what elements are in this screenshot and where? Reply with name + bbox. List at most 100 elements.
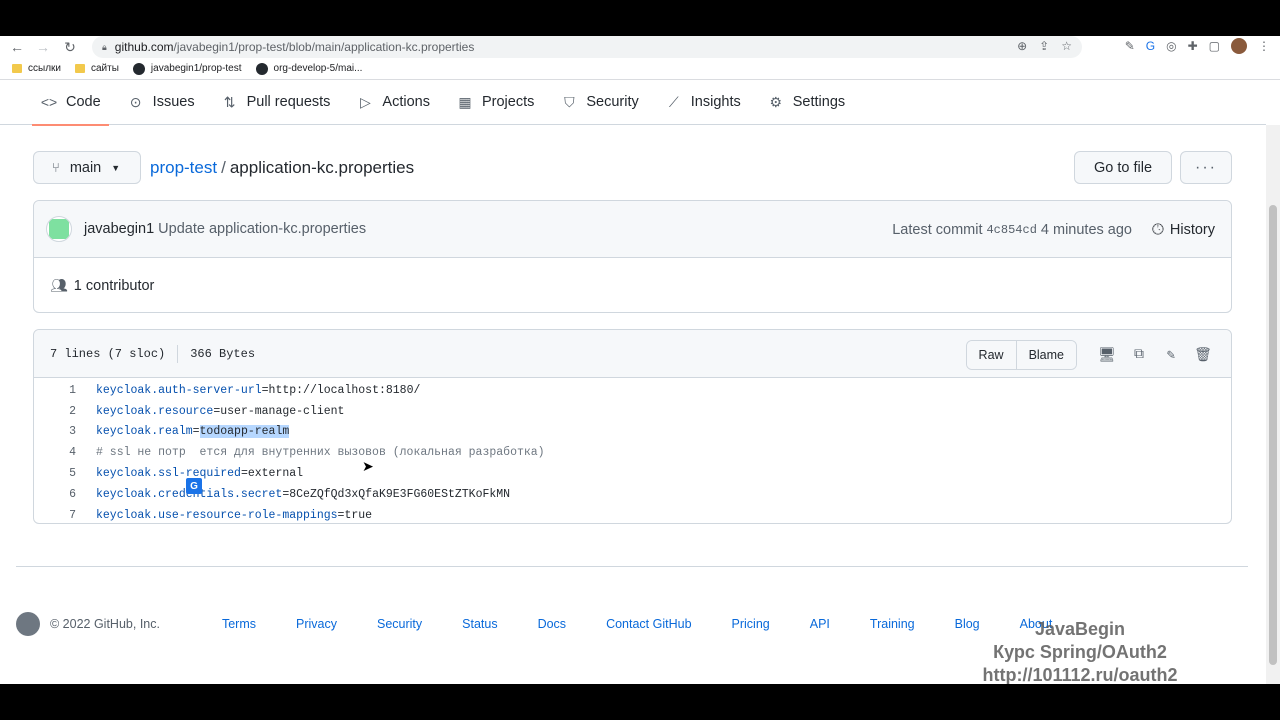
footer-link-terms[interactable]: Terms xyxy=(222,617,256,631)
shield-icon: ⛉ xyxy=(564,93,575,110)
back-arrow-icon[interactable]: ← xyxy=(4,36,30,58)
file-size: 366 Bytes xyxy=(190,346,256,361)
code-line: 3 keycloak.realm=todoapp-realm xyxy=(34,422,1231,443)
bookmark-links-folder[interactable]: ссылки xyxy=(12,63,61,74)
lock-icon: 🔒︎ xyxy=(102,41,107,52)
breadcrumb-repo-link[interactable]: prop-test xyxy=(150,158,217,177)
blame-button[interactable]: Blame xyxy=(1015,341,1076,369)
code-line: 7 keycloak.use-resource-role-mappings=tru… xyxy=(34,505,1231,526)
scrollbar[interactable] xyxy=(1266,125,1280,684)
puzzle-icon[interactable]: ✚ xyxy=(1188,39,1198,53)
address-bar-row: ← → ↻ 🔒︎ github.com/javabegin1/prop-test… xyxy=(0,36,1280,58)
branch-icon: ⑂ xyxy=(52,160,60,175)
tab-projects[interactable]: ▦ Projects xyxy=(448,80,542,125)
code-content[interactable]: 1 keycloak.auth-server-url=http://localho… xyxy=(34,378,1231,526)
line-number[interactable]: 7 xyxy=(34,509,76,522)
footer-link-status[interactable]: Status xyxy=(462,617,497,631)
breadcrumb-separator: / xyxy=(221,158,226,177)
sidebar-icon[interactable]: ▢ xyxy=(1209,39,1220,53)
tab-insights[interactable]: ⟋ Insights xyxy=(657,80,749,125)
url-host: github.com xyxy=(114,40,174,54)
file-viewer: 7 lines (7 sloc) 366 Bytes Raw Blame 🖥︎ … xyxy=(33,329,1232,524)
reload-icon[interactable]: ↻ xyxy=(57,36,83,58)
github-logo-icon[interactable] xyxy=(16,612,40,636)
repo-nav: <> Code ⊙ Issues ⇅ Pull requests ▷ Actio… xyxy=(0,80,1266,126)
code-comment: # ssl не потр ется для внутренних вызово… xyxy=(96,446,545,460)
line-number[interactable]: 1 xyxy=(34,384,76,397)
mouse-cursor-icon: ➤ xyxy=(362,458,374,474)
url-input[interactable]: 🔒︎ github.com/javabegin1/prop-test/blob/… xyxy=(92,36,1082,58)
branch-select-button[interactable]: ⑂ main ▼ xyxy=(33,151,141,184)
zoom-icon[interactable]: ⊕ xyxy=(1017,39,1027,53)
pencil-icon[interactable]: ✎ xyxy=(1155,347,1187,364)
raw-button[interactable]: Raw xyxy=(966,341,1016,369)
line-number[interactable]: 2 xyxy=(34,405,76,418)
tab-code[interactable]: <> Code xyxy=(32,80,109,126)
tab-settings[interactable]: ⚙ Settings xyxy=(759,80,853,125)
line-number[interactable]: 5 xyxy=(34,467,76,480)
trash-icon[interactable]: 🗑︎ xyxy=(1187,347,1219,364)
issue-icon: ⊙ xyxy=(129,93,142,110)
more-options-button[interactable]: ··· xyxy=(1180,151,1232,184)
translate-popup-icon[interactable]: G xyxy=(186,478,202,494)
translate-extension-icon[interactable]: G xyxy=(1146,39,1155,53)
code-line: 5 keycloak.ssl-required=external xyxy=(34,463,1231,484)
video-frame: ← → ↻ 🔒︎ github.com/javabegin1/prop-test… xyxy=(0,0,1280,720)
bookmark-sites-folder[interactable]: сайты xyxy=(74,63,119,74)
footer-link-privacy[interactable]: Privacy xyxy=(296,617,337,631)
commit-author-link[interactable]: javabegin1 xyxy=(84,221,154,237)
footer-link-security[interactable]: Security xyxy=(377,617,422,631)
go-to-file-button[interactable]: Go to file xyxy=(1074,151,1172,184)
selected-text: todoapp-realm xyxy=(199,425,290,439)
footer-link-docs[interactable]: Docs xyxy=(538,617,566,631)
menu-dots-icon[interactable]: ⋮ xyxy=(1258,39,1270,53)
clock-icon: 🕓︎ xyxy=(1152,221,1164,238)
bookmark-org-develop[interactable]: org-develop-5/mai... xyxy=(255,62,362,75)
raw-blame-group: Raw Blame xyxy=(965,340,1077,370)
breadcrumb: prop-test / application-kc.properties xyxy=(150,158,414,178)
code-line: 4 # ssl не потр ется для внутренних вызов… xyxy=(34,442,1231,463)
tab-pull-requests[interactable]: ⇅ Pull requests xyxy=(213,80,339,125)
bookmark-prop-test[interactable]: javabegin1/prop-test xyxy=(132,62,242,75)
tab-issues[interactable]: ⊙ Issues xyxy=(119,80,203,125)
footer-link-api[interactable]: API xyxy=(810,617,830,631)
play-icon: ▷ xyxy=(360,93,371,110)
line-number[interactable]: 6 xyxy=(34,488,76,501)
footer-link-training[interactable]: Training xyxy=(870,617,915,631)
line-number[interactable]: 3 xyxy=(34,425,76,438)
forward-arrow-icon[interactable]: → xyxy=(30,36,56,58)
table-icon: ▦ xyxy=(458,93,472,110)
footer-link-contact[interactable]: Contact GitHub xyxy=(606,617,691,631)
graph-icon: ⟋ xyxy=(668,93,679,110)
footer-link-pricing[interactable]: Pricing xyxy=(732,617,770,631)
copy-icon[interactable]: ⧉ xyxy=(1123,347,1155,363)
eyedropper-icon[interactable]: ✎ xyxy=(1125,39,1135,53)
scrollbar-thumb[interactable] xyxy=(1269,205,1277,665)
branch-name: main xyxy=(69,159,102,176)
url-path: /javabegin1/prop-test/blob/main/applicat… xyxy=(173,40,475,54)
history-button[interactable]: 🕓︎ History xyxy=(1152,221,1215,238)
tab-actions[interactable]: ▷ Actions xyxy=(348,80,438,125)
avatar[interactable] xyxy=(46,216,72,242)
watermark-line: http://101112.ru/oauth2 xyxy=(982,665,1178,684)
tab-security[interactable]: ⛉ Security xyxy=(552,80,646,125)
desktop-icon[interactable]: 🖥︎ xyxy=(1091,347,1123,364)
profile-avatar[interactable] xyxy=(1231,38,1247,54)
pull-request-icon: ⇅ xyxy=(223,93,236,110)
code-line: 2 keycloak.resource=user-manage-client xyxy=(34,401,1231,422)
code-line: 1 keycloak.auth-server-url=http://localho… xyxy=(34,380,1231,401)
star-icon[interactable]: ☆ xyxy=(1061,39,1072,53)
url-actions: ⊕ ⇪ ☆ xyxy=(1017,39,1072,53)
footer-copyright: © 2022 GitHub, Inc. xyxy=(50,617,160,631)
contributors-count: 1 contributor xyxy=(73,277,155,294)
code-icon: <> xyxy=(40,94,58,110)
line-number[interactable]: 4 xyxy=(34,446,76,459)
contributors-row[interactable]: 👥︎ 1 contributor xyxy=(34,258,1231,313)
commit-sha-link[interactable]: 4c854cd xyxy=(986,223,1036,237)
extension-icon[interactable]: ◎ xyxy=(1166,39,1176,53)
chevron-down-icon: ▼ xyxy=(111,162,121,173)
browser-window: ← → ↻ 🔒︎ github.com/javabegin1/prop-test… xyxy=(0,36,1280,684)
commit-message-link[interactable]: Update application-kc.properties xyxy=(158,221,366,237)
file-lines-info: 7 lines (7 sloc) xyxy=(50,346,166,361)
share-icon[interactable]: ⇪ xyxy=(1039,39,1049,53)
